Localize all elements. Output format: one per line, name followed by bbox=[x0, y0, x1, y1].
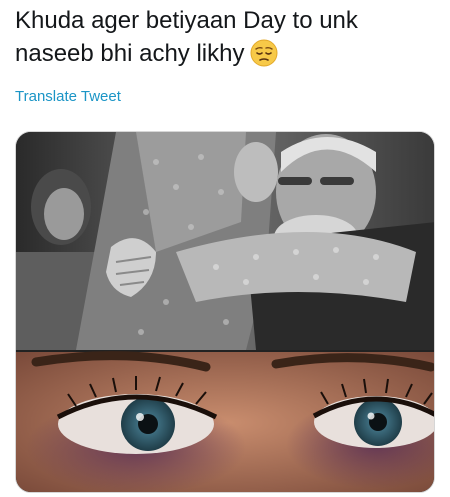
tweet-text-line-1: Khuda ager betiyaan Day to unk bbox=[15, 7, 358, 34]
tweet-text-line-2: naseeb bhi achy likhy bbox=[15, 37, 435, 76]
bride-father-photo bbox=[16, 132, 434, 350]
tweet-media[interactable] bbox=[15, 131, 435, 493]
pensive-face-icon bbox=[250, 39, 278, 76]
bruised-eyes-photo bbox=[16, 351, 434, 492]
tweet-text: Khuda ager betiyaan Day to unk naseeb bh… bbox=[15, 4, 435, 76]
tweet-text-line-2-words: naseeb bhi achy likhy bbox=[15, 40, 245, 67]
translate-tweet-link[interactable]: Translate Tweet bbox=[15, 88, 121, 105]
